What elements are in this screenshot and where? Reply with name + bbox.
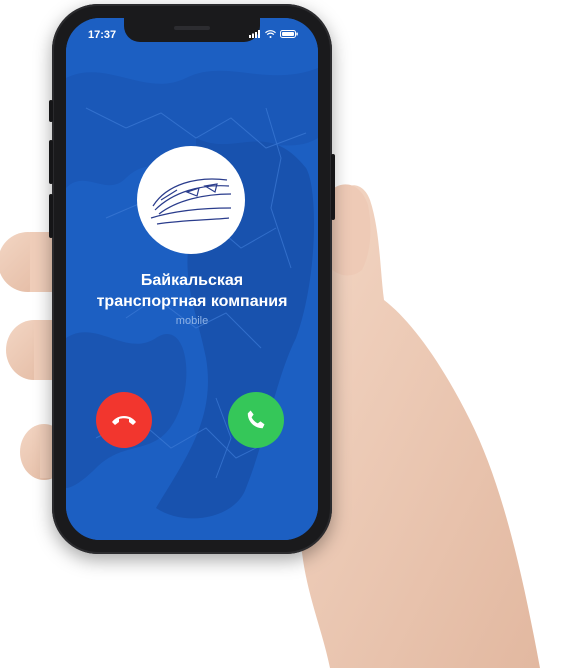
notch xyxy=(124,18,260,42)
volume-down-button xyxy=(49,194,53,238)
speaker-grille xyxy=(174,26,210,30)
phone-answer-icon xyxy=(247,410,265,429)
accept-call-button[interactable] xyxy=(228,392,284,448)
mute-switch xyxy=(49,100,53,122)
signal-icon xyxy=(249,30,260,38)
battery-icon xyxy=(280,30,298,38)
status-icons xyxy=(249,30,298,38)
phone-device: 17:37 Байкальская транспортная компания … xyxy=(49,4,335,554)
decline-call-button[interactable] xyxy=(96,392,152,448)
power-button xyxy=(331,154,335,220)
train-logo-icon xyxy=(150,178,232,225)
phone-hangup-icon xyxy=(112,416,136,425)
phone-screen: 17:37 Байкальская транспортная компания … xyxy=(66,18,318,540)
caller-phone-type: mobile xyxy=(175,315,209,327)
volume-up-button xyxy=(49,140,53,184)
status-time: 17:37 xyxy=(88,29,117,41)
wifi-icon xyxy=(265,30,276,38)
caller-avatar xyxy=(137,146,245,254)
caller-name: Байкальская транспортная компания xyxy=(96,272,288,310)
